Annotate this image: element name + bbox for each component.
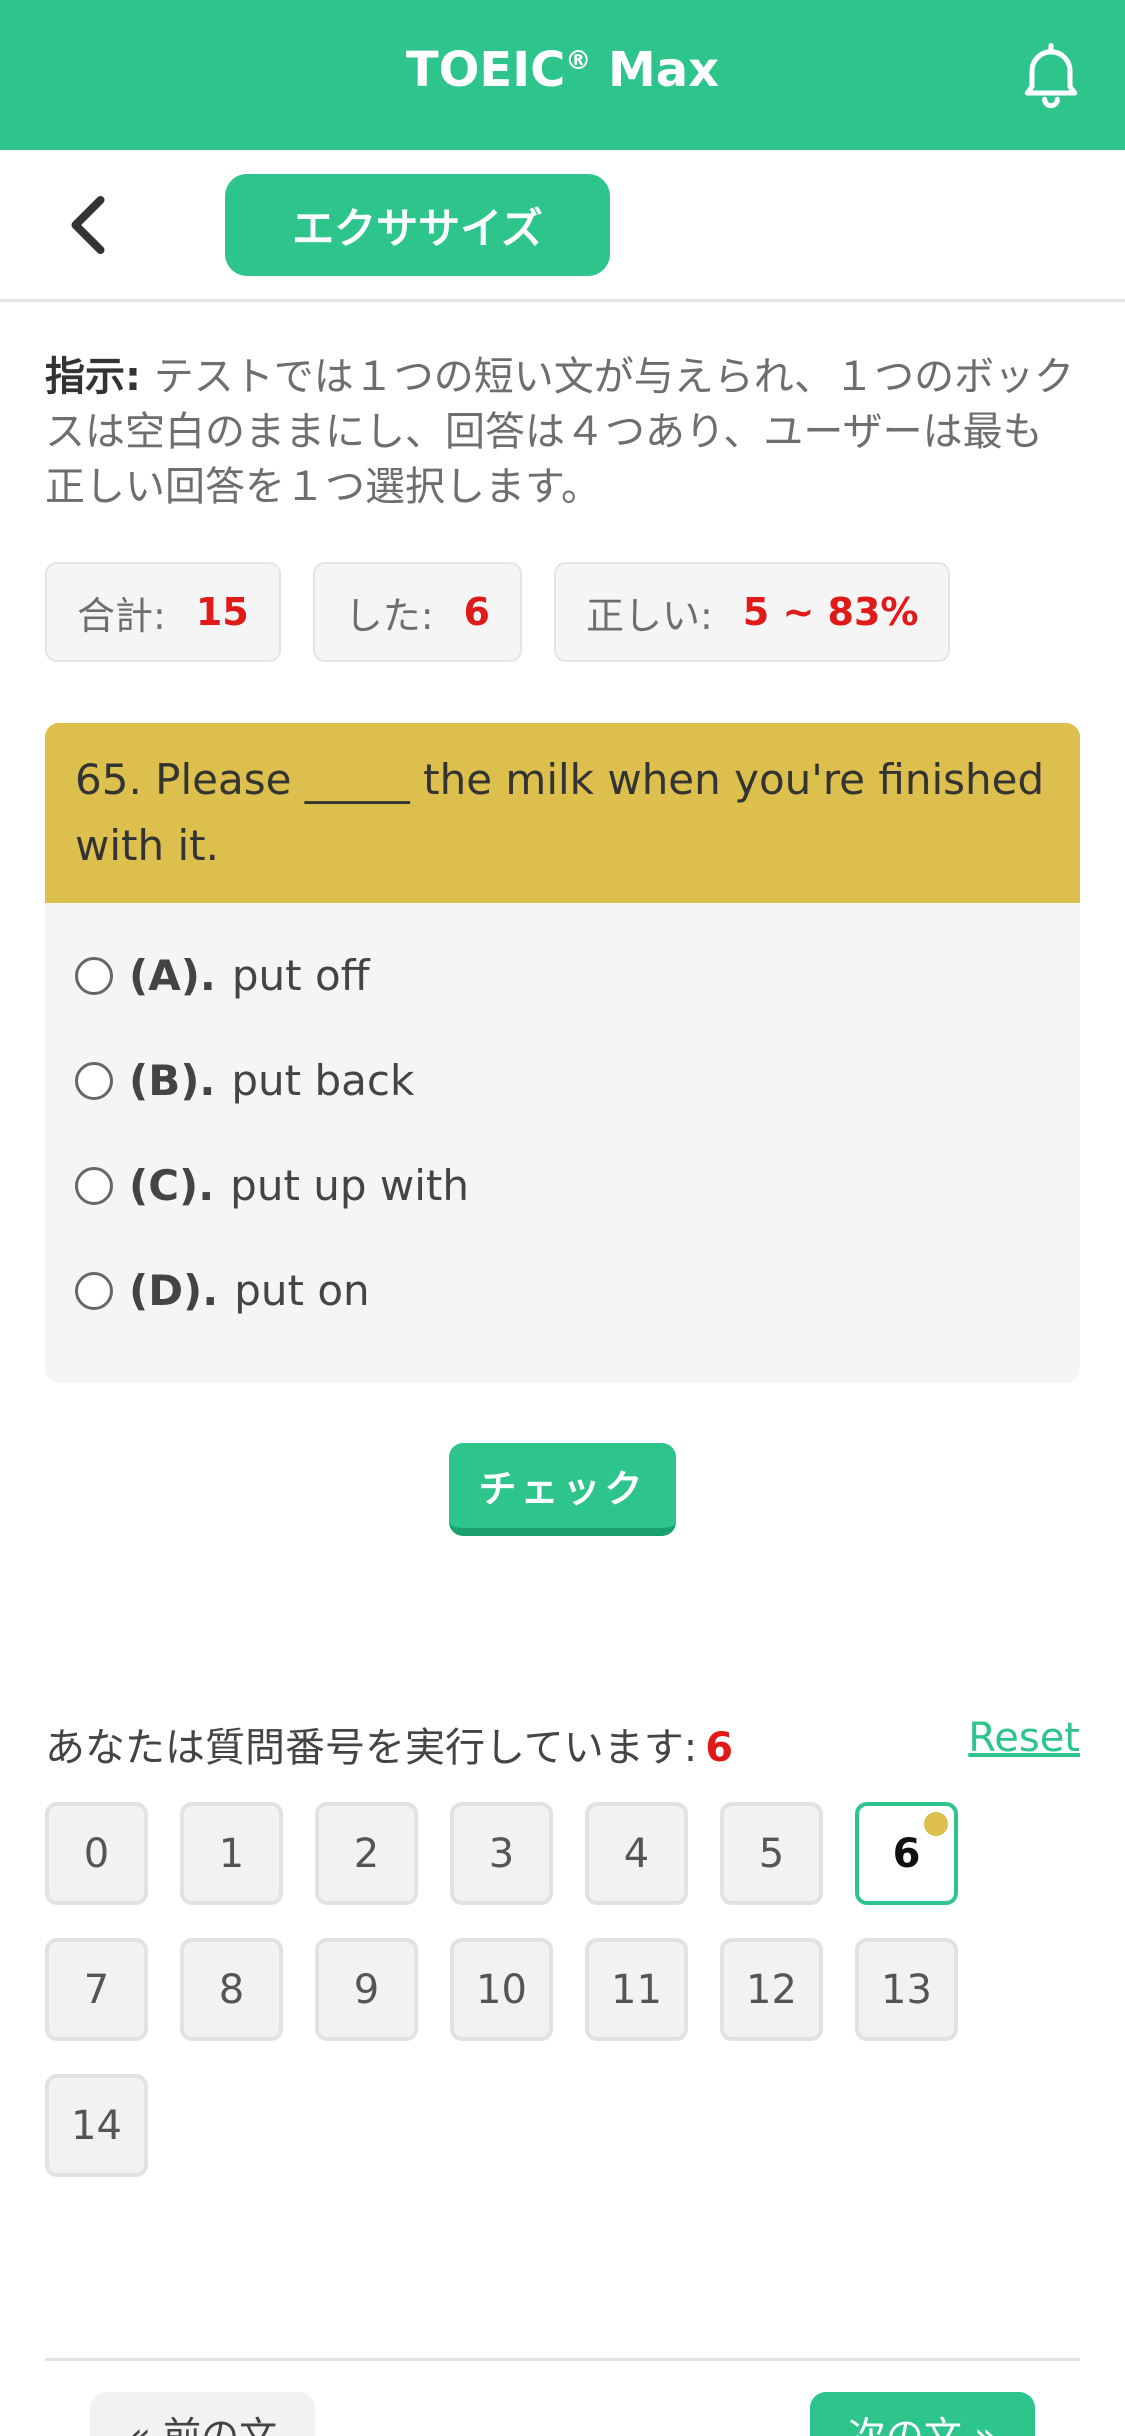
question-text: 65. Please _____ the milk when you're fi… — [45, 723, 1080, 903]
question-number-button[interactable]: 2 — [315, 1802, 418, 1905]
question-number-button[interactable]: 10 — [450, 1938, 553, 2041]
stats-row: 合計: 15 した: 6 正しい: 5 ~ 83% — [45, 562, 951, 662]
option-d[interactable]: (D). put on — [75, 1238, 1050, 1343]
instructions: 指示: テストでは１つの短い文が与えられ、１つのボックスは空白のままにし、回答は… — [45, 350, 1080, 515]
chevron-left-icon[interactable] — [58, 190, 118, 260]
option-c[interactable]: (C). put up with — [75, 1133, 1050, 1238]
question-number-button[interactable]: 9 — [315, 1938, 418, 2041]
instructions-text: テストでは１つの短い文が与えられ、１つのボックスは空白のままにし、回答は４つあり… — [45, 354, 1075, 510]
answer-options: (A). put off (B). put back (C). put up with… — [45, 903, 1080, 1343]
radio-button[interactable] — [75, 956, 113, 995]
check-button[interactable]: チェック — [449, 1443, 676, 1536]
divider — [45, 2358, 1080, 2361]
previous-sentence-button[interactable]: « 前の文 — [90, 2392, 315, 2436]
app-header: TOEIC® Max — [0, 0, 1125, 150]
radio-button[interactable] — [75, 1061, 113, 1100]
option-a[interactable]: (A). put off — [75, 923, 1050, 1028]
question-number-button[interactable]: 4 — [585, 1802, 688, 1905]
stat-correct: 正しい: 5 ~ 83% — [553, 562, 951, 662]
app-title: TOEIC® Max — [405, 42, 720, 98]
question-number-button[interactable]: 1 — [180, 1802, 283, 1905]
radio-button[interactable] — [75, 1271, 113, 1310]
question-number-button[interactable]: 5 — [720, 1802, 823, 1905]
exercise-tab-button[interactable]: エクササイズ — [225, 174, 610, 276]
question-number-button[interactable]: 14 — [45, 2074, 148, 2177]
stat-total: 合計: 15 — [45, 562, 281, 662]
stat-done: した: 6 — [312, 562, 522, 662]
question-card: 65. Please _____ the milk when you're fi… — [45, 723, 1080, 1383]
radio-button[interactable] — [75, 1166, 113, 1205]
next-sentence-button[interactable]: 次の文 » — [810, 2392, 1035, 2436]
option-b[interactable]: (B). put back — [75, 1028, 1050, 1133]
question-number-button[interactable]: 3 — [450, 1802, 553, 1905]
question-number-button[interactable]: 13 — [855, 1938, 958, 2041]
current-marker-dot — [924, 1812, 948, 1836]
question-number-button[interactable]: 8 — [180, 1938, 283, 2041]
bell-icon[interactable] — [1013, 36, 1089, 112]
question-number-grid: 0 1 2 3 4 5 6 7 8 9 10 11 12 13 14 — [45, 1802, 1045, 2177]
instructions-label: 指示: — [45, 354, 141, 400]
reset-link[interactable]: Reset — [968, 1715, 1080, 1761]
question-number-button[interactable]: 11 — [585, 1938, 688, 2041]
question-number-button[interactable]: 0 — [45, 1802, 148, 1905]
question-number-button-current[interactable]: 6 — [855, 1802, 958, 1905]
current-question-indicator: あなたは質問番号を実行しています: 6 — [45, 1725, 734, 1771]
sub-toolbar: エクササイズ — [0, 150, 1125, 302]
question-number-button[interactable]: 7 — [45, 1938, 148, 2041]
question-number-button[interactable]: 12 — [720, 1938, 823, 2041]
